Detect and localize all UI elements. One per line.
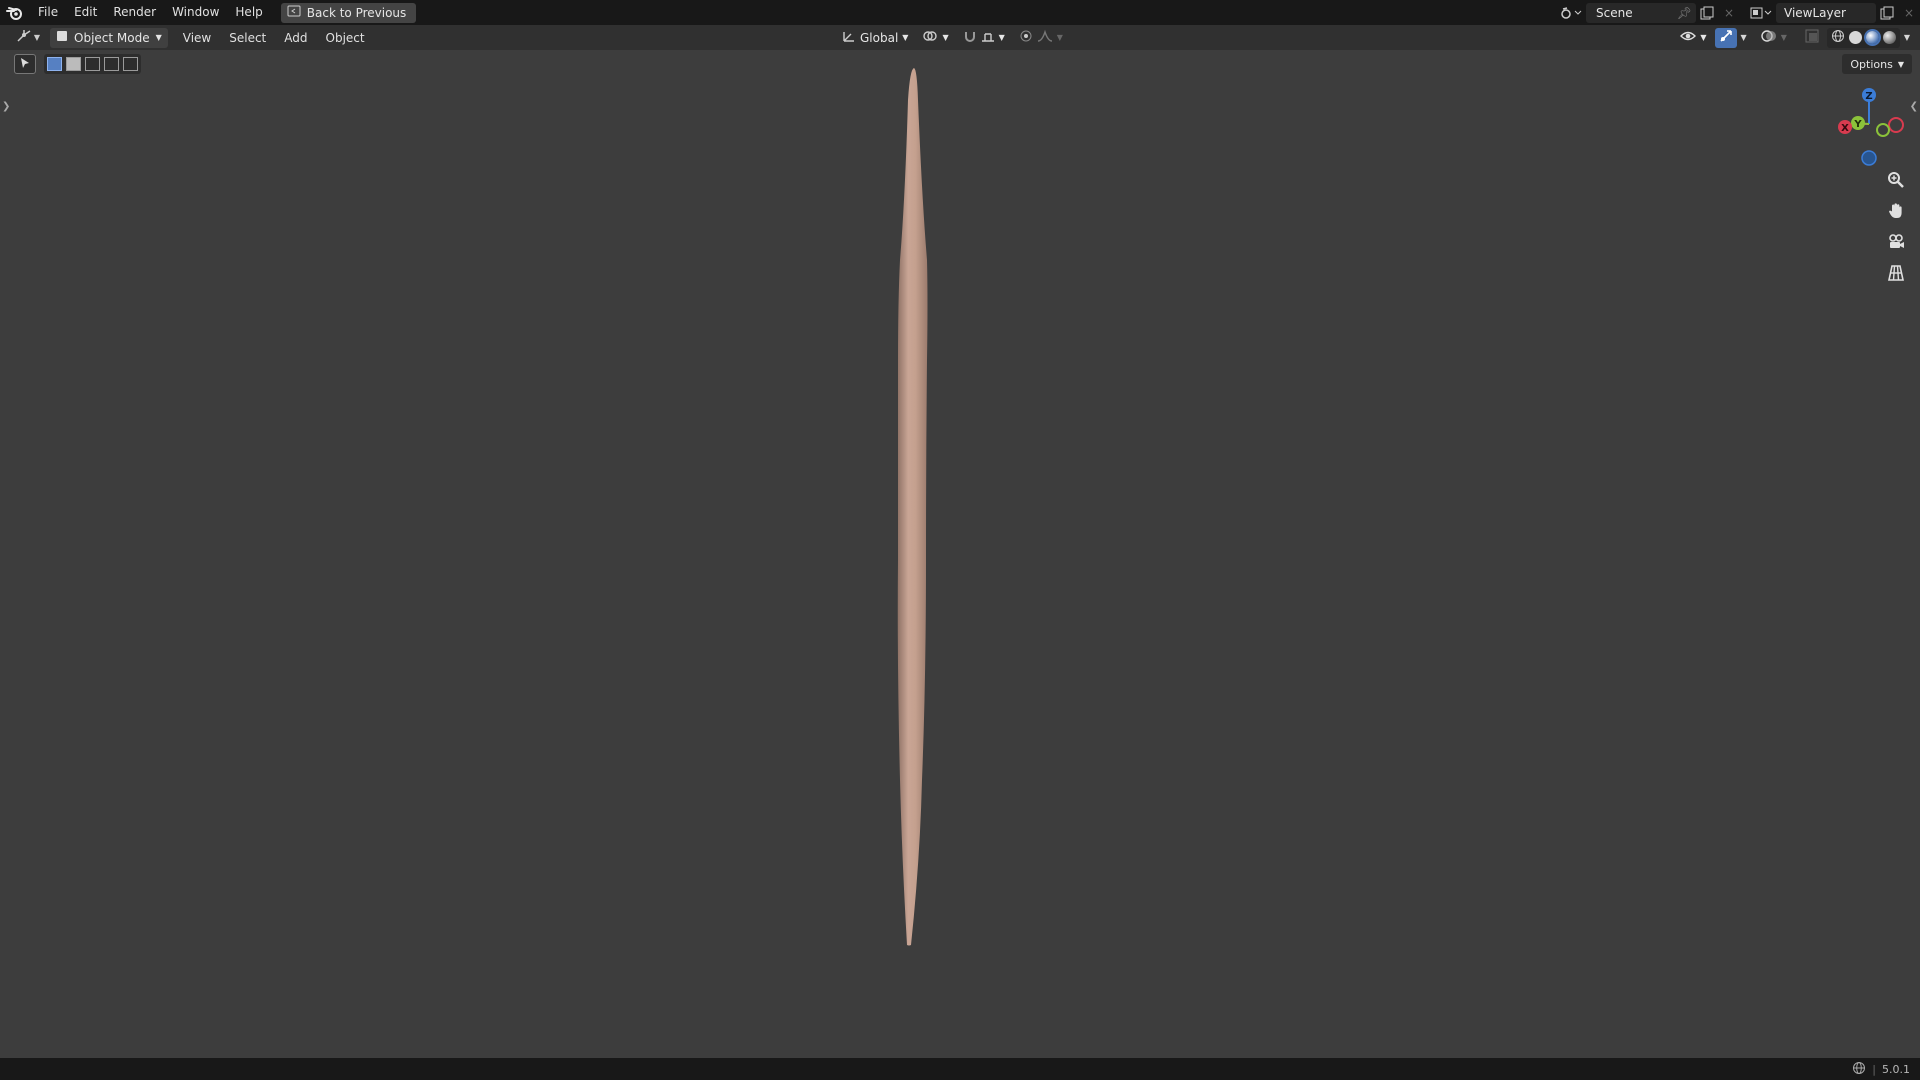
select-tool-button[interactable] <box>14 54 36 74</box>
neg-x-axis-handle[interactable] <box>1888 117 1904 133</box>
proportional-edit-icon <box>1019 29 1033 46</box>
navigation-gizmo[interactable]: Z Y X <box>1826 84 1912 170</box>
delete-scene-icon[interactable]: × <box>1718 3 1740 23</box>
chevron-down-icon: ▼ <box>155 33 162 42</box>
workspace-controls: Scene 📌︎ × ViewLayer × <box>1556 0 1920 25</box>
pivot-point-dropdown[interactable]: ▼ <box>918 28 952 48</box>
object-mode-icon <box>56 30 68 45</box>
object-visibility-dropdown[interactable]: ▼ <box>1676 28 1710 48</box>
transform-controls: Global ▼ ▼ ▼ ▼ <box>838 25 1067 50</box>
chevron-down-icon: ▼ <box>998 33 1005 42</box>
options-label: Options <box>1850 57 1893 71</box>
navigation-tools <box>1883 168 1909 285</box>
orientation-label: Global <box>860 30 899 45</box>
chevron-down-icon: ▼ <box>942 33 949 42</box>
neg-z-axis-handle[interactable] <box>1861 150 1877 166</box>
y-axis-label: Y <box>1853 119 1862 130</box>
object-body <box>897 68 928 946</box>
delete-viewlayer-icon[interactable]: × <box>1898 3 1920 23</box>
tool-settings-row <box>14 54 141 74</box>
neg-y-axis-handle[interactable] <box>1876 123 1890 137</box>
orientation-icon <box>842 29 856 46</box>
snap-toggle[interactable]: ▼ <box>959 28 1009 48</box>
menu-window[interactable]: Window <box>164 0 227 25</box>
material-preview-shading-icon[interactable] <box>1865 31 1879 44</box>
viewlayer-browse-icon[interactable] <box>1746 3 1776 23</box>
viewport-display-controls: ▼ ▼ ▼ ▼ <box>1676 25 1910 50</box>
scene-selector[interactable]: Scene 📌︎ <box>1586 2 1696 23</box>
menu-select[interactable]: Select <box>220 31 275 45</box>
wireframe-shading-icon[interactable] <box>1831 29 1845 46</box>
chevron-down-icon[interactable]: ▼ <box>1741 33 1747 42</box>
chevron-down-icon: ▼ <box>33 33 41 42</box>
select-extend-icon[interactable] <box>66 57 81 71</box>
select-invert-icon[interactable] <box>104 57 119 71</box>
menu-render[interactable]: Render <box>105 0 164 25</box>
scene-name: Scene <box>1596 5 1633 20</box>
overlays-icon <box>1760 29 1777 46</box>
perspective-ortho-icon[interactable] <box>1883 261 1909 285</box>
chevron-down-icon: ▼ <box>1056 33 1063 42</box>
falloff-icon <box>1037 29 1053 46</box>
gizmo-toggle[interactable] <box>1714 27 1737 48</box>
viewport-header: ▼ Object Mode ▼ View Select Add Object G… <box>0 25 1920 50</box>
blender-logo-icon[interactable] <box>0 0 30 25</box>
mode-dropdown[interactable]: Object Mode ▼ <box>50 27 168 48</box>
mode-label: Object Mode <box>74 30 150 45</box>
pivot-icon <box>922 29 938 46</box>
status-separator: | <box>1872 1062 1876 1076</box>
3d-viewport-icon <box>16 29 32 46</box>
eye-icon <box>1680 29 1697 46</box>
pan-hand-icon[interactable] <box>1883 199 1909 223</box>
x-axis-label: X <box>1841 123 1849 134</box>
toolbar-expand-icon[interactable]: ❯ <box>2 101 10 112</box>
elongated-mesh-object[interactable] <box>880 60 940 960</box>
magnet-icon <box>963 29 977 46</box>
new-viewlayer-icon[interactable] <box>1876 3 1898 23</box>
menu-file[interactable]: File <box>30 0 66 25</box>
version-label: 5.0.1 <box>1882 1062 1910 1076</box>
select-subtract-icon[interactable] <box>85 57 100 71</box>
new-scene-icon[interactable] <box>1696 3 1718 23</box>
back-to-previous-label: Back to Previous <box>306 5 407 20</box>
overlays-toggle[interactable]: ▼ <box>1757 28 1791 48</box>
viewlayer-selector[interactable]: ViewLayer <box>1776 2 1876 23</box>
gizmo-icon <box>1719 29 1733 46</box>
proportional-editing-toggle[interactable]: ▼ <box>1015 28 1067 48</box>
chevron-down-icon: ▼ <box>902 33 909 42</box>
menu-help[interactable]: Help <box>227 0 270 25</box>
top-bar: File Edit Render Window Help Back to Pre… <box>0 0 1920 25</box>
back-icon <box>287 5 301 20</box>
selection-mode-group <box>44 54 141 74</box>
chevron-down-icon: ▼ <box>1897 59 1904 69</box>
camera-view-icon[interactable] <box>1883 230 1909 254</box>
viewlayer-name: ViewLayer <box>1784 5 1846 20</box>
back-to-previous-button[interactable]: Back to Previous <box>280 2 417 23</box>
transform-orientation-dropdown[interactable]: Global ▼ <box>838 28 912 48</box>
xray-toggle[interactable] <box>1801 28 1823 48</box>
pin-icon[interactable]: 📌︎ <box>1677 6 1692 20</box>
menu-edit[interactable]: Edit <box>66 0 105 25</box>
xray-icon <box>1805 29 1819 46</box>
scene-browse-icon[interactable] <box>1556 3 1586 23</box>
cursor-icon <box>19 57 31 72</box>
chevron-down-icon: ▼ <box>1700 33 1707 42</box>
solid-shading-icon[interactable] <box>1848 31 1862 44</box>
zoom-icon[interactable] <box>1883 168 1909 192</box>
menu-add[interactable]: Add <box>275 31 316 45</box>
menu-object[interactable]: Object <box>317 31 374 45</box>
editor-type-selector[interactable]: ▼ <box>10 28 46 48</box>
chevron-down-icon: ▼ <box>1780 33 1787 42</box>
select-intersect-icon[interactable] <box>123 57 138 71</box>
menu-view[interactable]: View <box>174 31 220 45</box>
options-dropdown[interactable]: Options ▼ <box>1842 54 1912 74</box>
select-new-icon[interactable] <box>47 57 62 71</box>
status-bar: | 5.0.1 <box>0 1058 1920 1080</box>
globe-icon <box>1852 1061 1866 1078</box>
chevron-down-icon[interactable]: ▼ <box>1904 33 1910 42</box>
z-axis-label: Z <box>1865 91 1872 102</box>
shading-mode-selector <box>1826 27 1900 48</box>
rendered-shading-icon[interactable] <box>1882 31 1896 44</box>
snap-target-icon <box>981 29 995 46</box>
